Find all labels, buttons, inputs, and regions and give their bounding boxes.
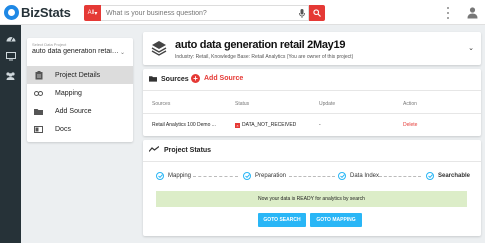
project-title: auto data generation retail 2May19 (175, 39, 346, 51)
chevron-down-icon[interactable]: ⌄ (468, 44, 474, 52)
column-header: Update (319, 101, 336, 107)
project-selector-label: Select Data Project (32, 42, 67, 47)
step-label: Searchable (438, 173, 471, 179)
column-header: Sources (152, 101, 171, 107)
divider (143, 161, 481, 162)
column-header: Status (235, 101, 250, 107)
menu-item-docs[interactable]: Docs (27, 120, 133, 138)
plus-icon: + (191, 74, 200, 83)
search-button[interactable] (309, 5, 325, 21)
step-label: Mapping (168, 173, 192, 179)
goto-search-button[interactable]: GOTO SEARCH (258, 213, 306, 227)
column-header: Action (403, 101, 417, 107)
users-icon[interactable] (5, 70, 16, 81)
menu-item-label: Project Details (55, 71, 101, 79)
docs-icon (34, 125, 43, 133)
check-icon (426, 172, 434, 180)
chevron-down-icon[interactable]: ⌄ (120, 49, 125, 56)
source-name[interactable]: Retail Analytics 100 Demo ... (152, 122, 216, 128)
step-connector (289, 176, 335, 177)
add-source-label: Add Source (204, 75, 244, 82)
step-label: Data Index (350, 173, 380, 179)
project-nav-panel: Select Data Project auto data generation… (27, 38, 133, 142)
step-data-index: Data Index (338, 172, 379, 180)
add-source-button[interactable]: + Add Source (191, 74, 243, 83)
source-update: - (319, 122, 321, 128)
step-preparation: Preparation (243, 172, 286, 180)
project-status-card: Project Status Mapping Preparation Data … (143, 140, 481, 236)
dashboard-icon[interactable] (5, 32, 16, 43)
step-mapping: Mapping (156, 172, 191, 180)
divider (143, 90, 481, 91)
menu-item-label: Docs (55, 125, 71, 133)
monitor-icon[interactable] (5, 51, 16, 62)
menu-item-label: Add Source (55, 107, 92, 115)
sources-heading-text: Sources (161, 76, 189, 83)
clipboard-icon (34, 70, 43, 79)
project-status-heading: Project Status (148, 146, 212, 154)
status-text: DATA_NOT_RECEIVED (242, 122, 297, 128)
project-status-heading-text: Project Status (164, 146, 212, 154)
menu-item-project-details[interactable]: Project Details (27, 66, 133, 84)
project-selector[interactable]: auto data generation retai… (32, 48, 124, 55)
error-icon: × (235, 122, 240, 128)
sources-card: Sources + Add Source Sources Status Upda… (143, 69, 481, 136)
link-icon (34, 89, 43, 97)
divider (143, 113, 481, 114)
check-icon (156, 172, 164, 180)
search-input[interactable] (101, 5, 309, 21)
app-logo[interactable]: BizStats (4, 4, 71, 21)
search-scope-label: All (87, 10, 95, 16)
layers-icon (151, 40, 167, 56)
project-subtitle: Industry: Retail, Knowledge Base: Retail… (175, 54, 354, 60)
step-searchable: Searchable (426, 172, 470, 180)
search-icon (313, 9, 321, 17)
step-label: Preparation (255, 173, 287, 179)
microphone-icon[interactable] (297, 8, 306, 18)
check-icon (338, 172, 346, 180)
top-bar: BizStats All ▾ (0, 0, 485, 25)
more-options-icon[interactable] (446, 7, 450, 19)
logo-mark-icon (4, 5, 19, 20)
delete-link[interactable]: Delete (403, 122, 417, 128)
goto-mapping-button[interactable]: GOTO MAPPING (310, 213, 362, 227)
step-connector (379, 176, 421, 177)
search-bar: All ▾ (84, 5, 325, 21)
trend-line-icon (148, 146, 160, 154)
sources-heading: Sources (149, 75, 189, 84)
search-scope-dropdown[interactable]: All ▾ (84, 5, 101, 21)
step-connector (193, 176, 238, 177)
menu-item-label: Mapping (55, 89, 82, 97)
folder-icon (149, 75, 157, 84)
folder-icon (34, 107, 43, 115)
sidebar (0, 25, 21, 243)
user-avatar-icon[interactable] (466, 6, 479, 19)
menu-item-mapping[interactable]: Mapping (27, 84, 133, 102)
ready-message: Now your data is READY for analytics by … (156, 191, 467, 207)
project-header-card: auto data generation retail 2May19 Indus… (143, 32, 481, 65)
source-status: × DATA_NOT_RECEIVED (235, 122, 296, 128)
menu-item-add-source[interactable]: Add Source (27, 102, 133, 120)
brand-name: BizStats (21, 5, 71, 20)
check-icon (243, 172, 251, 180)
